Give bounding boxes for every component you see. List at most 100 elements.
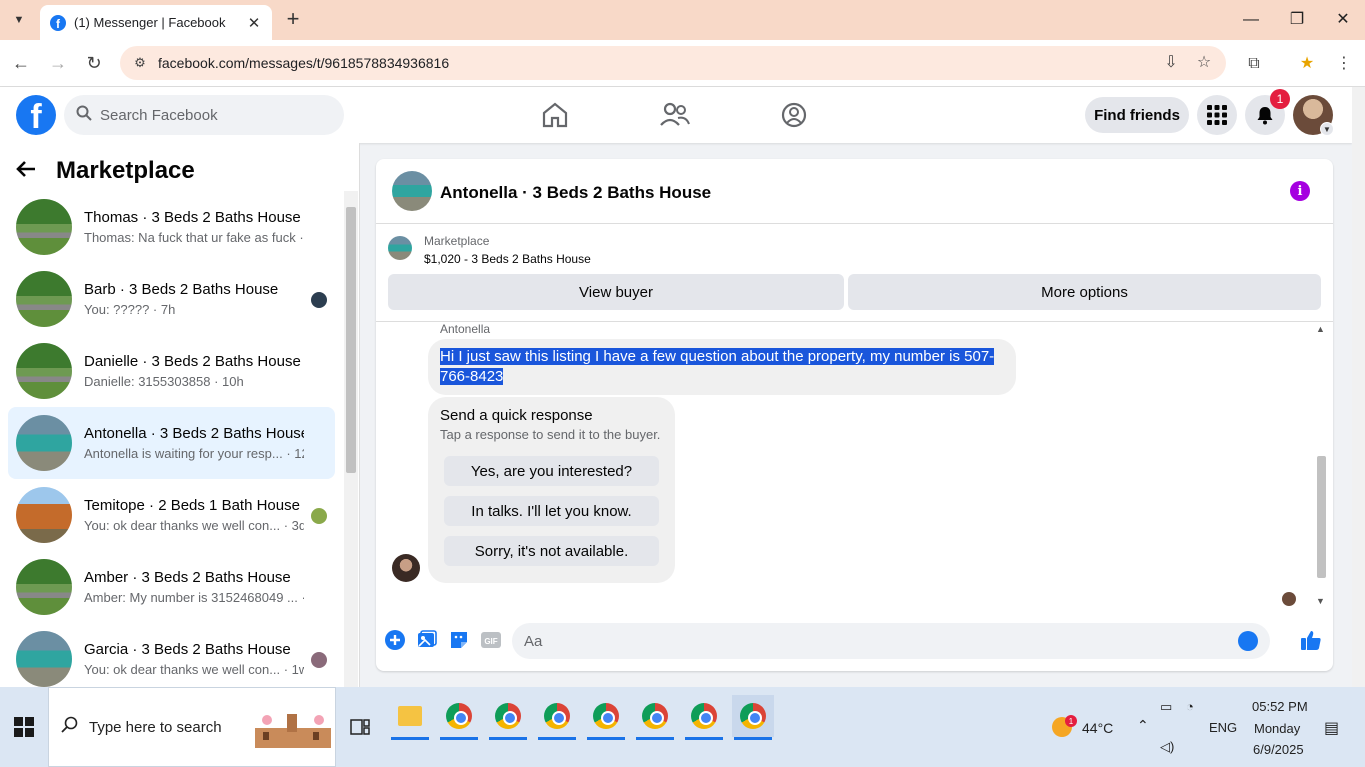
- find-friends-button[interactable]: Find friends: [1085, 97, 1189, 133]
- listing-thumbnail: [16, 343, 72, 399]
- conversation-name: Garcia · 3 Beds 2 Baths House: [84, 641, 291, 658]
- clock-day[interactable]: Monday: [1254, 721, 1300, 736]
- search-icon: [61, 716, 79, 739]
- clock-time[interactable]: 05:52 PM: [1252, 699, 1308, 714]
- quick-reply-button[interactable]: Yes, are you interested?: [444, 456, 659, 486]
- restore-icon[interactable]: ❐: [1282, 8, 1312, 32]
- taskbar-search[interactable]: Type here to search: [48, 687, 336, 767]
- extension-icon[interactable]: ★: [1295, 52, 1319, 76]
- facebook-search-input[interactable]: [100, 106, 320, 124]
- chrome-app-icon[interactable]: [438, 695, 480, 740]
- conversation-item-temitope[interactable]: Temitope · 2 Beds 1 Bath House You: ok d…: [8, 479, 335, 551]
- chrome-app-icon[interactable]: [634, 695, 676, 740]
- page-scrollbar[interactable]: [1352, 87, 1365, 687]
- gif-icon[interactable]: GIF: [480, 629, 502, 651]
- back-arrow-icon[interactable]: ←: [8, 50, 34, 76]
- emoji-icon[interactable]: [1238, 631, 1258, 651]
- sender-avatar: [392, 554, 420, 582]
- tab-close-icon[interactable]: ✕: [246, 14, 262, 32]
- language-indicator[interactable]: ENG: [1209, 720, 1237, 735]
- conversation-panel: Antonella · 3 Beds 2 Baths House i Marke…: [376, 159, 1333, 671]
- friends-icon[interactable]: [658, 99, 692, 131]
- tab-search-chevron-icon[interactable]: ▼: [6, 8, 32, 32]
- read-receipt-avatar: [311, 292, 327, 308]
- browser-menu-icon[interactable]: ⋮: [1332, 52, 1356, 76]
- quick-reply-button[interactable]: Sorry, it's not available.: [444, 536, 659, 566]
- conversation-name: Amber · 3 Beds 2 Baths House: [84, 569, 291, 586]
- minimize-icon[interactable]: —: [1236, 8, 1266, 32]
- temperature[interactable]: 44°C: [1082, 720, 1113, 736]
- extensions-puzzle-icon[interactable]: ⧉: [1242, 52, 1266, 76]
- view-buyer-button[interactable]: View buyer: [388, 274, 844, 310]
- window-close-icon[interactable]: ✕: [1328, 8, 1358, 32]
- notification-center-icon[interactable]: ▤: [1324, 718, 1339, 738]
- tray-chevron-up-icon[interactable]: ⌃: [1137, 717, 1149, 734]
- listing-label: Marketplace: [424, 234, 490, 248]
- listing-thumbnail[interactable]: [392, 171, 432, 211]
- conversation-title[interactable]: Antonella · 3 Beds 2 Baths House: [440, 183, 711, 203]
- info-icon[interactable]: i: [1290, 181, 1310, 201]
- message-composer: GIF: [376, 617, 1333, 665]
- svg-text:GIF: GIF: [484, 637, 497, 646]
- conversation-item-garcia[interactable]: Garcia · 3 Beds 2 Baths House You: ok de…: [8, 623, 335, 688]
- facebook-logo-icon[interactable]: f: [16, 95, 56, 135]
- quick-response-subtitle: Tap a response to send it to the buyer.: [440, 427, 661, 442]
- conversation-preview: Danielle: 3155303858 · 10h: [84, 374, 244, 389]
- account-chevron-down-icon[interactable]: ▼: [1320, 122, 1334, 136]
- conversation-item-antonella[interactable]: Antonella · 3 Beds 2 Baths House Antonel…: [8, 407, 335, 479]
- wifi-icon[interactable]: ◔: [1186, 699, 1194, 714]
- chrome-app-icon[interactable]: [585, 695, 627, 740]
- network-icon[interactable]: ▭: [1160, 699, 1172, 715]
- conversation-item-barb[interactable]: Barb · 3 Beds 2 Baths House You: ????? ·…: [8, 263, 335, 335]
- plus-icon[interactable]: [384, 629, 406, 651]
- chrome-app-icon[interactable]: [683, 695, 725, 740]
- quick-reply-button[interactable]: In talks. I'll let you know.: [444, 496, 659, 526]
- sticker-icon[interactable]: [448, 629, 470, 651]
- back-arrow-icon[interactable]: [16, 158, 48, 184]
- read-receipt-avatar: [311, 508, 327, 524]
- message-input-wrapper[interactable]: [512, 623, 1270, 659]
- conversation-item-danielle[interactable]: Danielle · 3 Beds 2 Baths House Danielle…: [8, 335, 335, 407]
- like-thumb-icon[interactable]: [1300, 629, 1322, 651]
- conversation-name: Antonella · 3 Beds 2 Baths House: [84, 425, 304, 442]
- chrome-app-icon[interactable]: [487, 695, 529, 740]
- conversation-preview: You: ????? · 7h: [84, 302, 176, 317]
- message-bubble[interactable]: Hi I just saw this listing I have a few …: [428, 339, 1016, 395]
- reload-icon[interactable]: ↻: [81, 50, 107, 76]
- message-input[interactable]: [524, 632, 1204, 650]
- new-tab-icon[interactable]: +: [282, 7, 304, 31]
- listing-bar: Marketplace $1,020 - 3 Beds 2 Baths Hous…: [376, 224, 1333, 322]
- quick-response-title: Send a quick response: [440, 407, 593, 424]
- more-options-button[interactable]: More options: [848, 274, 1321, 310]
- conversation-item-amber[interactable]: Amber · 3 Beds 2 Baths House Amber: My n…: [8, 551, 335, 623]
- chrome-app-icon[interactable]: [536, 695, 578, 740]
- conversation-header: Antonella · 3 Beds 2 Baths House i: [376, 159, 1333, 224]
- home-icon[interactable]: [538, 99, 572, 131]
- sidebar-scrollbar[interactable]: [344, 191, 358, 688]
- groups-icon[interactable]: [777, 99, 811, 131]
- install-app-icon[interactable]: ⇩: [1158, 50, 1184, 76]
- menu-grid-icon[interactable]: [1197, 95, 1237, 135]
- photo-icon[interactable]: [416, 629, 438, 651]
- facebook-search[interactable]: [64, 95, 344, 135]
- site-settings-icon[interactable]: ⚙: [130, 53, 150, 73]
- scroll-down-icon[interactable]: ▼: [1316, 596, 1325, 606]
- chrome-app-icon[interactable]: [732, 695, 774, 740]
- read-receipt-avatar: [1282, 592, 1296, 606]
- message-list: Antonella Hi I just saw this listing I h…: [376, 322, 1333, 610]
- message-scrollbar[interactable]: ▲ ▼: [1314, 322, 1328, 610]
- task-view-icon[interactable]: [350, 717, 370, 737]
- file-explorer-icon[interactable]: [389, 695, 431, 740]
- search-icon: [76, 105, 92, 126]
- scroll-up-icon[interactable]: ▲: [1316, 324, 1325, 334]
- browser-tab[interactable]: f (1) Messenger | Facebook ✕: [40, 5, 272, 40]
- volume-icon[interactable]: ◁): [1160, 739, 1174, 755]
- sender-name: Antonella: [440, 322, 491, 336]
- conversation-name: Thomas · 3 Beds 2 Baths House: [84, 209, 301, 226]
- windows-start-icon[interactable]: [14, 717, 34, 737]
- clock-date[interactable]: 6/9/2025: [1253, 742, 1304, 757]
- forward-arrow-icon[interactable]: →: [45, 50, 71, 76]
- bookmark-star-icon[interactable]: ☆: [1191, 50, 1217, 76]
- conversation-item-thomas[interactable]: Thomas · 3 Beds 2 Baths House Thomas: Na…: [8, 191, 335, 263]
- address-bar[interactable]: ⚙ facebook.com/messages/t/96185788349368…: [120, 46, 1226, 80]
